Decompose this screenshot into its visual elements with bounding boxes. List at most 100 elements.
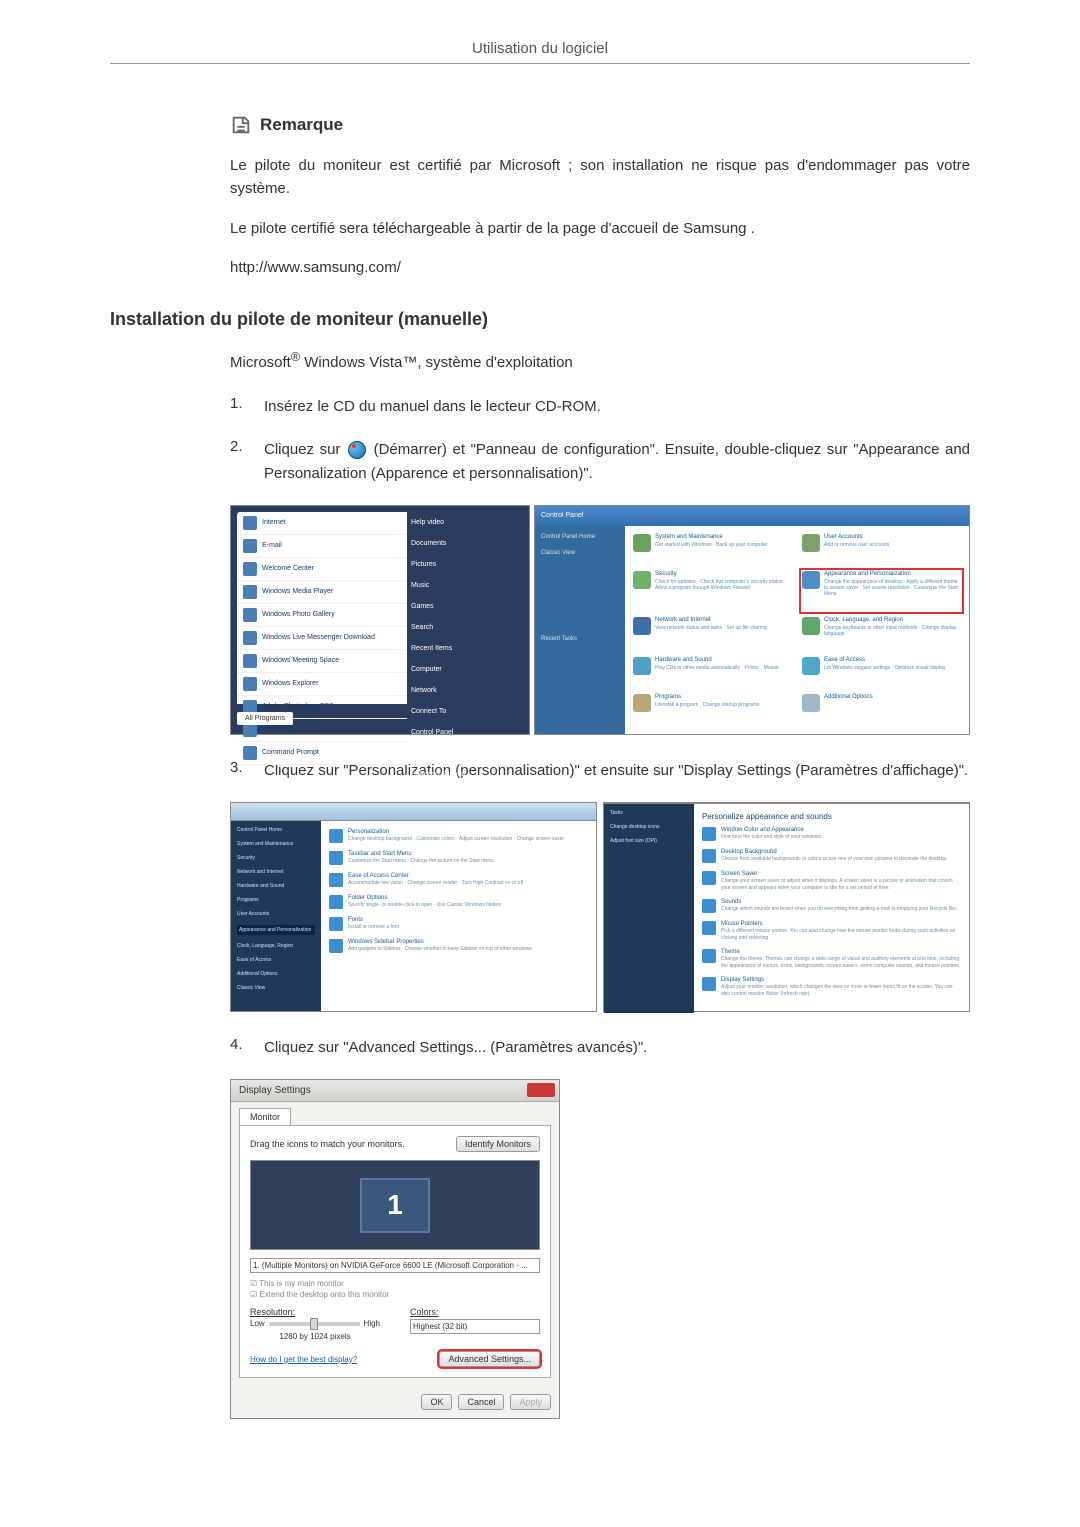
personalize-row-sounds[interactable]: SoundsChange which sounds are heard when… xyxy=(702,899,961,913)
step-1-text: Insérez le CD du manuel dans le lecteur … xyxy=(264,395,970,418)
note-icon xyxy=(230,114,252,136)
cancel-button[interactable]: Cancel xyxy=(458,1394,504,1410)
personalize-row-saver[interactable]: Screen SaverChange your screen saver or … xyxy=(702,871,961,891)
cp-cat-system[interactable]: System and MaintenanceGet started with W… xyxy=(633,534,792,566)
personalize-row[interactable]: Ease of Access CenterAccommodate low vis… xyxy=(329,873,588,887)
monitor-1[interactable]: 1 xyxy=(360,1178,430,1233)
start-side[interactable]: Help video xyxy=(407,512,523,533)
start-side[interactable]: Recent Items xyxy=(407,638,523,659)
step-2-text: Cliquez sur (Démarrer) et "Panneau de co… xyxy=(264,438,970,485)
os-mid: Windows Vista xyxy=(300,354,402,371)
tab-monitor[interactable]: Monitor xyxy=(239,1108,291,1125)
control-panel-window: Control Panel Control Panel Home Classic… xyxy=(534,505,970,735)
cp-cat-ease[interactable]: Ease of AccessLet Windows suggest settin… xyxy=(802,657,961,689)
identify-monitors-button[interactable]: Identify Monitors xyxy=(456,1136,540,1152)
chk-extend-desktop[interactable]: ☑ Extend the desktop onto this monitor xyxy=(250,1290,540,1299)
start-item[interactable]: Windows Photo Gallery xyxy=(262,611,335,618)
os-line: Microsoft® Windows Vista™, système d'exp… xyxy=(230,350,970,371)
personalize-row-bg[interactable]: Desktop BackgroundChoose from available … xyxy=(702,849,961,863)
header-rule xyxy=(110,63,970,64)
panel-side-item[interactable]: Ease of Access xyxy=(237,957,315,963)
screenshot-personalization: Control Panel Home System and Maintenanc… xyxy=(230,802,970,1012)
start-item[interactable]: Internet xyxy=(262,519,286,526)
start-item[interactable]: Windows Meeting Space xyxy=(262,657,339,664)
panel-side-item[interactable]: Programs xyxy=(237,897,315,903)
personalize-row-display[interactable]: Display SettingsAdjust your monitor reso… xyxy=(702,977,961,997)
remark-url: http://www.samsung.com/ xyxy=(230,256,970,279)
panel-side-item-appearance[interactable]: Appearance and Personalization xyxy=(237,925,315,935)
ok-button[interactable]: OK xyxy=(421,1394,452,1410)
start-side[interactable]: Computer xyxy=(407,659,523,680)
panel-side-item[interactable]: Hardware and Sound xyxy=(237,883,315,889)
cp-left-item[interactable]: Classic View xyxy=(541,550,619,556)
step-2-num: 2. xyxy=(230,438,264,485)
dialog-title: Display Settings xyxy=(239,1085,311,1096)
monitor-select[interactable]: 1. (Multiple Monitors) on NVIDIA GeForce… xyxy=(250,1258,540,1273)
personalize-row-mouse[interactable]: Mouse PointersPick a different mouse poi… xyxy=(702,921,961,941)
cp-cat-users[interactable]: User AccountsAdd or remove user accounts xyxy=(802,534,961,566)
cp-left-item[interactable]: Control Panel Home xyxy=(541,534,619,540)
panel-side-item[interactable]: Additional Options xyxy=(237,971,315,977)
personalize-row[interactable]: Taskbar and Start MenuCustomize the Star… xyxy=(329,851,588,865)
personalize-panel: Tasks Change desktop icons Adjust font s… xyxy=(603,802,970,1012)
colors-select[interactable]: Highest (32 bit) xyxy=(410,1319,540,1334)
panel-side-item[interactable]: Security xyxy=(237,855,315,861)
cp-cat-clock[interactable]: Clock, Language, and RegionChange keyboa… xyxy=(802,617,961,651)
panel-side-item[interactable]: Network and Internet xyxy=(237,869,315,875)
start-item[interactable]: Windows Live Messenger Download xyxy=(262,634,375,641)
start-side[interactable]: Documents xyxy=(407,533,523,554)
step-2-text-b: (Démarrer) et "Panneau de configuration"… xyxy=(264,441,970,481)
personalize-row[interactable]: PersonalizationChange desktop background… xyxy=(329,829,588,843)
slider-low: Low xyxy=(250,1319,265,1328)
step-4: 4. Cliquez sur "Advanced Settings... (Pa… xyxy=(230,1036,970,1059)
cp-cat-network[interactable]: Network and InternetView network status … xyxy=(633,617,792,651)
panel-side-item[interactable]: User Accounts xyxy=(237,911,315,917)
monitor-layout-area[interactable]: 1 xyxy=(250,1160,540,1250)
panel-side-item[interactable]: System and Maintenance xyxy=(237,841,315,847)
cp-cat-programs[interactable]: ProgramsUninstall a program · Change sta… xyxy=(633,694,792,726)
chk-main-monitor[interactable]: ☑ This is my main monitor xyxy=(250,1279,540,1288)
start-item[interactable]: Windows Explorer xyxy=(262,680,318,687)
start-side[interactable]: Games xyxy=(407,596,523,617)
start-item[interactable]: Command Prompt xyxy=(262,749,319,756)
personalize-row-color[interactable]: Window Color and AppearanceFine tune the… xyxy=(702,827,961,841)
panel-side-item[interactable]: Adjust font size (DPI) xyxy=(610,838,688,844)
start-side[interactable]: Help and Support xyxy=(407,764,523,785)
personalize-row[interactable]: Windows Sidebar PropertiesAdd gadgets to… xyxy=(329,939,588,953)
panel-side-item[interactable]: Control Panel Home xyxy=(237,827,315,833)
start-item[interactable]: Welcome Center xyxy=(262,565,314,572)
personalize-row[interactable]: FontsInstall or remove a font xyxy=(329,917,588,931)
apply-button[interactable]: Apply xyxy=(510,1394,551,1410)
start-side[interactable]: Search xyxy=(407,617,523,638)
cp-cat-appearance[interactable]: Appearance and PersonalizationChange the… xyxy=(802,571,961,611)
personalize-row[interactable]: Folder OptionsSpecify single- or double-… xyxy=(329,895,588,909)
cp-cat-security[interactable]: SecurityCheck for updates · Check this c… xyxy=(633,571,792,611)
control-panel-addressbar[interactable]: Control Panel xyxy=(535,506,969,526)
start-item[interactable]: Windows Media Player xyxy=(262,588,333,595)
cp-cat-additional[interactable]: Additional Options xyxy=(802,694,961,726)
step-2: 2. Cliquez sur (Démarrer) et "Panneau de… xyxy=(230,438,970,485)
start-side[interactable]: Pictures xyxy=(407,554,523,575)
start-side[interactable]: Default Programs xyxy=(407,743,523,764)
advanced-settings-button[interactable]: Advanced Settings... xyxy=(439,1351,540,1367)
close-icon[interactable] xyxy=(527,1083,555,1097)
panel-side-item[interactable]: Classic View xyxy=(237,985,315,991)
step-1-num: 1. xyxy=(230,395,264,418)
panel-addressbar[interactable] xyxy=(231,803,596,821)
start-item[interactable]: E-mail xyxy=(262,542,282,549)
all-programs[interactable]: All Programs xyxy=(237,712,293,725)
cp-cat-hardware[interactable]: Hardware and SoundPlay CDs or other medi… xyxy=(633,657,792,689)
resolution-slider[interactable] xyxy=(269,1322,360,1326)
panel-side-item[interactable]: Tasks xyxy=(610,810,688,816)
help-link[interactable]: How do I get the best display? xyxy=(250,1355,357,1364)
panel-side-item[interactable]: Clock, Language, Region xyxy=(237,943,315,949)
personalize-row-theme[interactable]: ThemeChange the theme. Themes can change… xyxy=(702,949,961,969)
windows-start-icon xyxy=(348,441,366,459)
dialog-titlebar: Display Settings xyxy=(231,1080,559,1102)
start-side[interactable]: Network xyxy=(407,680,523,701)
start-side[interactable]: Music xyxy=(407,575,523,596)
resolution-value: 1280 by 1024 pixels xyxy=(250,1332,380,1341)
panel-side-item[interactable]: Change desktop icons xyxy=(610,824,688,830)
page-header-title: Utilisation du logiciel xyxy=(110,40,970,57)
remark-paragraph-2: Le pilote certifié sera téléchargeable à… xyxy=(230,217,970,240)
